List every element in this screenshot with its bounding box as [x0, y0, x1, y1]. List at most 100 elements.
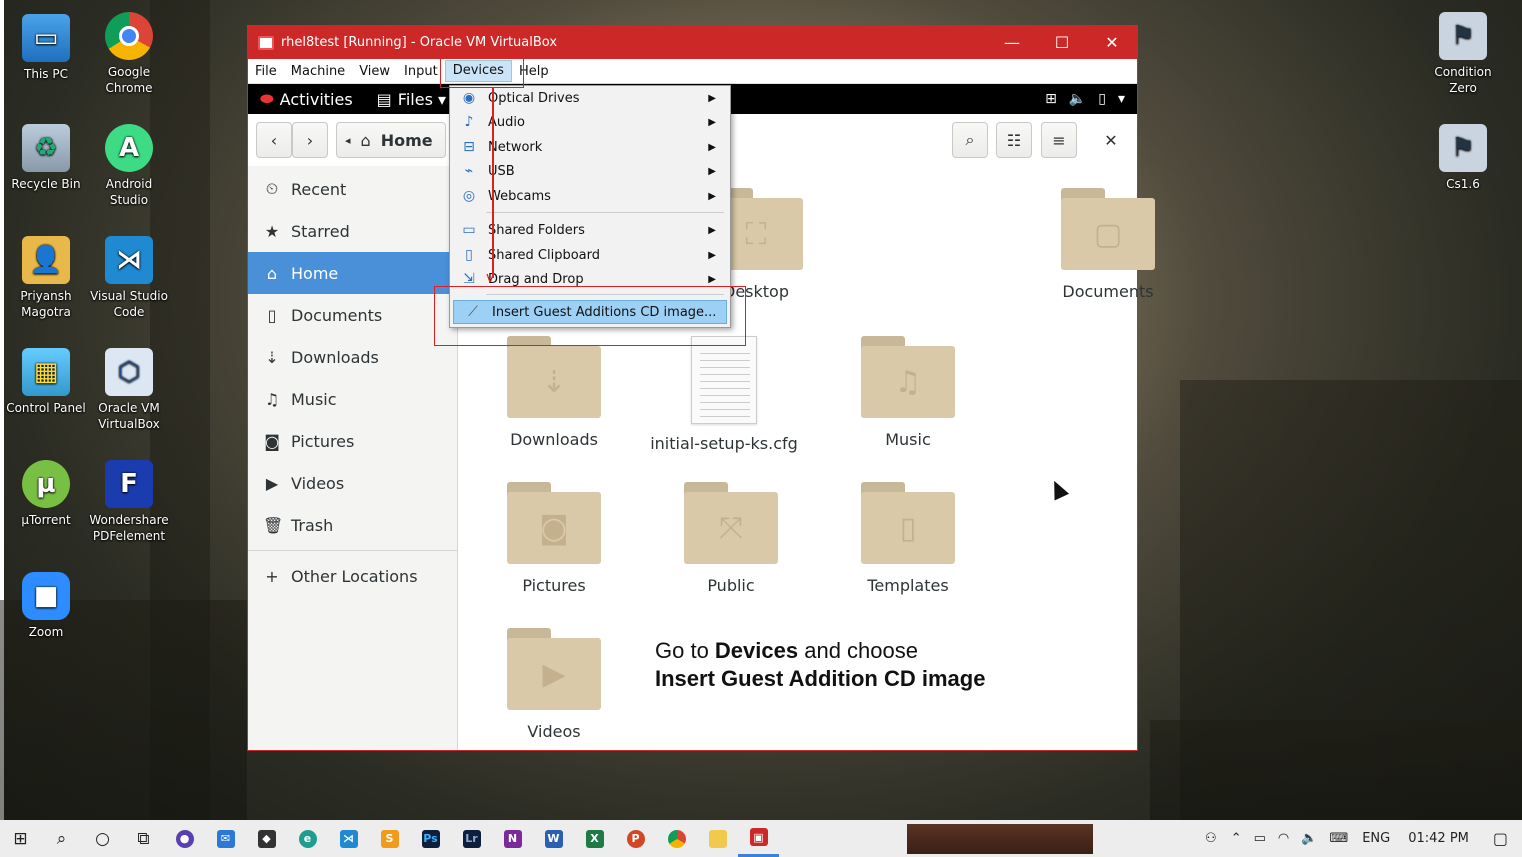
star-icon: ★: [264, 221, 280, 241]
taskbar-preview-thumbnail[interactable]: [907, 823, 1093, 854]
desktop-icon-this-pc[interactable]: ▭ This PC: [4, 14, 88, 82]
activities-button[interactable]: ⬬ Activities: [248, 89, 365, 109]
close-icon[interactable]: ✕: [1087, 33, 1137, 52]
system-status-menu[interactable]: ⊞ 🔈 ▯ ▾: [1033, 91, 1137, 107]
taskbar-app-word[interactable]: W: [533, 820, 574, 857]
taskbar-app-mail[interactable]: ✉: [205, 820, 246, 857]
desktop-icon-android-studio[interactable]: A Android Studio: [87, 124, 171, 208]
language-indicator[interactable]: ENG: [1354, 831, 1398, 846]
files-app-menu[interactable]: ▤ Files ▾: [365, 90, 458, 109]
volume-icon[interactable]: 🔈: [1295, 831, 1323, 846]
sidebar-item-music[interactable]: ♫ Music: [248, 378, 457, 420]
taskbar-app-virtualbox[interactable]: ▣: [738, 820, 779, 857]
sidebar-item-videos[interactable]: ▶ Videos: [248, 462, 457, 504]
desktop-icon-cs16[interactable]: ⚑ Cs1.6: [1421, 124, 1505, 192]
desktop-icon-condition-zero[interactable]: ⚑ Condition Zero: [1421, 12, 1505, 96]
file-item-public[interactable]: ⤧ Public: [656, 482, 806, 595]
menubar: File Machine View Input Devices Help: [248, 59, 1137, 84]
desktop-icon-utorrent[interactable]: µ µTorrent: [4, 460, 88, 528]
path-bar[interactable]: ◂ ⌂ Home: [336, 122, 446, 158]
window-title: rhel8test [Running] - Oracle VM VirtualB…: [281, 35, 558, 50]
start-button[interactable]: ⊞: [0, 820, 41, 857]
menu-view[interactable]: View: [352, 64, 397, 79]
sidebar-item-starred[interactable]: ★ Starred: [248, 210, 457, 252]
people-icon[interactable]: ⚇: [1197, 831, 1225, 846]
cortana-button[interactable]: ○: [82, 820, 123, 857]
desktop-icon-user-folder[interactable]: 👤 Priyansh Magotra: [4, 236, 88, 320]
sidebar-item-documents[interactable]: ▯ Documents: [248, 294, 457, 336]
desktop-icon-control-panel[interactable]: ▦ Control Panel: [4, 348, 88, 416]
instruction-caption: Go to Devices and choose Insert Guest Ad…: [655, 638, 986, 691]
file-item-music[interactable]: ♫ Music: [833, 336, 983, 449]
taskbar-app-edge[interactable]: e: [287, 820, 328, 857]
search-button[interactable]: ⌕: [41, 820, 82, 857]
search-icon: ⌕: [965, 130, 975, 149]
maximize-icon[interactable]: ☐: [1037, 33, 1087, 52]
vscode-icon: ⋊: [339, 829, 358, 848]
files-close-button[interactable]: ✕: [1093, 122, 1129, 158]
taskbar-app-file-explorer[interactable]: [697, 820, 738, 857]
taskbar-app-powerpoint[interactable]: P: [615, 820, 656, 857]
folder-icon: ▢: [1061, 188, 1155, 270]
menu-machine[interactable]: Machine: [284, 64, 352, 79]
recycle-bin-icon: ♻: [22, 124, 70, 172]
sidebar-item-home[interactable]: ⌂ Home: [248, 252, 457, 294]
window-titlebar[interactable]: rhel8test [Running] - Oracle VM VirtualB…: [248, 26, 1137, 59]
file-item-templates[interactable]: ▯ Templates: [833, 482, 983, 595]
path-left-arrow-icon: ◂: [345, 133, 351, 147]
task-view-button[interactable]: ⧉: [123, 820, 164, 857]
forward-button[interactable]: ›: [292, 122, 328, 158]
file-item-downloads[interactable]: ⇣ Downloads: [479, 336, 629, 449]
taskbar-app-lightroom[interactable]: Lr: [451, 820, 492, 857]
search-icon: ⌕: [56, 828, 67, 849]
notification-icon[interactable]: ▢: [1479, 829, 1522, 848]
file-item-initial-setup-ks[interactable]: initial-setup-ks.cfg: [639, 336, 809, 453]
desktop-icon-chrome[interactable]: Google Chrome: [87, 12, 171, 96]
taskbar-app-onenote[interactable]: N: [492, 820, 533, 857]
sidebar-item-downloads[interactable]: ⇣ Downloads: [248, 336, 457, 378]
shared-folder-icon: ▭: [462, 222, 476, 238]
taskbar-app-chrome[interactable]: [656, 820, 697, 857]
chevron-up-icon[interactable]: ⌃: [1225, 831, 1248, 846]
desktop-icon-recycle-bin[interactable]: ♻ Recycle Bin: [4, 124, 88, 192]
document-icon: ▯: [267, 305, 277, 325]
download-icon: ⇣: [265, 347, 279, 367]
taskbar-app-excel[interactable]: X: [574, 820, 615, 857]
chrome-icon: [667, 829, 686, 848]
files-icon: ▤: [376, 89, 392, 109]
grid-view-icon: ☷: [1006, 130, 1022, 150]
file-item-pictures[interactable]: ◙ Pictures: [479, 482, 629, 595]
desktop-icon-virtualbox[interactable]: ⬡ Oracle VM VirtualBox: [87, 348, 171, 432]
trash-icon: 🗑: [263, 515, 284, 535]
usb-icon: ⌁: [464, 163, 474, 179]
desktop-icon-pdfelement[interactable]: F Wondershare PDFelement: [87, 460, 171, 544]
wifi-icon[interactable]: ◠: [1272, 831, 1295, 846]
menu-file[interactable]: File: [248, 64, 284, 79]
menu-input[interactable]: Input: [397, 64, 445, 79]
view-options-button[interactable]: ☷: [996, 122, 1032, 158]
sidebar-item-trash[interactable]: 🗑 Trash: [248, 504, 457, 546]
file-item-videos[interactable]: ▶ Videos: [479, 628, 629, 741]
keyboard-icon[interactable]: ⌨: [1323, 831, 1354, 846]
clock[interactable]: 01:42 PM: [1398, 831, 1479, 846]
sidebar-item-pictures[interactable]: ◙ Pictures: [248, 420, 457, 462]
taskbar-app-vscode[interactable]: ⋊: [328, 820, 369, 857]
minimize-icon[interactable]: —: [987, 33, 1037, 52]
taskbar-app-sublime[interactable]: S: [369, 820, 410, 857]
taskbar-app-photoshop[interactable]: Ps: [410, 820, 451, 857]
app-icon: ●: [175, 829, 194, 848]
sidebar-item-other-locations[interactable]: + Other Locations: [248, 555, 457, 597]
back-button[interactable]: ‹: [256, 122, 292, 158]
sidebar-item-recent[interactable]: ⏲ Recent: [248, 168, 457, 210]
excel-icon: X: [585, 829, 604, 848]
taskbar-app-store[interactable]: ◆: [246, 820, 287, 857]
file-item-documents[interactable]: ▢ Documents: [1033, 188, 1183, 301]
desktop-icon-vscode[interactable]: ⋊ Visual Studio Code: [87, 236, 171, 320]
menu-button[interactable]: ≡: [1041, 122, 1077, 158]
desktop-icon-zoom[interactable]: ■ Zoom: [4, 572, 88, 640]
battery-icon[interactable]: ▭: [1248, 831, 1272, 846]
taskbar-app-obs[interactable]: ●: [164, 820, 205, 857]
search-button[interactable]: ⌕: [952, 122, 988, 158]
volume-icon: 🔈: [1068, 91, 1087, 107]
optical-disc-icon: ◉: [462, 90, 476, 106]
